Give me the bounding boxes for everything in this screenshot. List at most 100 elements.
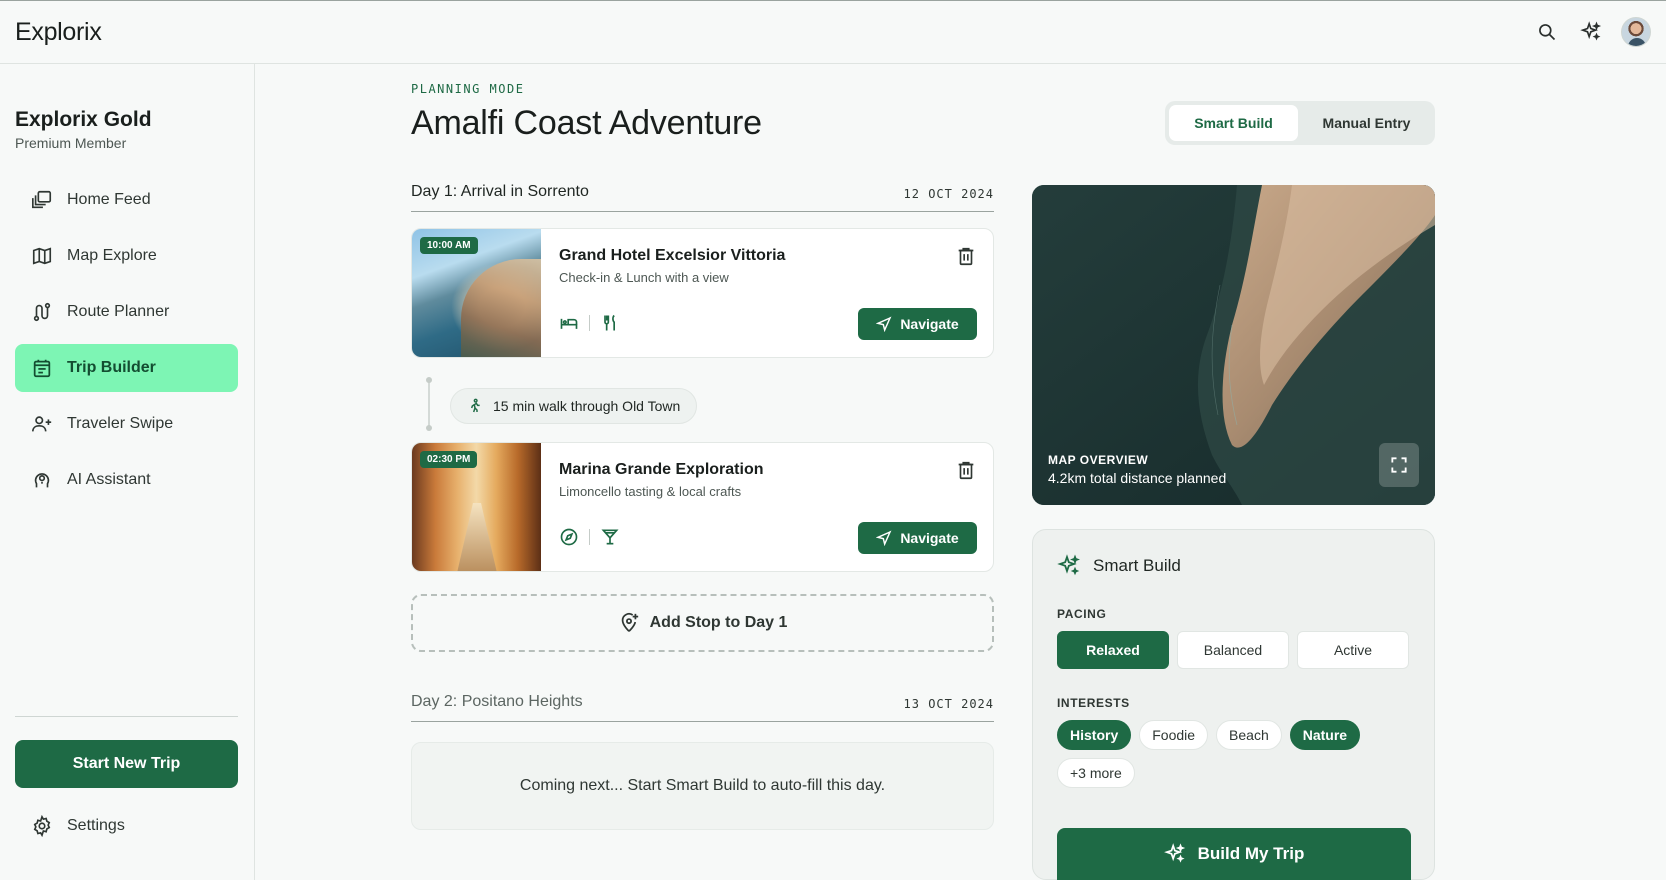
calendar-icon <box>33 359 51 378</box>
trash-icon[interactable] <box>955 245 977 267</box>
interest-chip-more[interactable]: +3 more <box>1057 758 1135 788</box>
transit-text: 15 min walk through Old Town <box>493 398 681 414</box>
map-icon <box>32 247 52 265</box>
interest-chip-nature[interactable]: Nature <box>1289 720 1361 750</box>
bed-icon <box>560 318 578 329</box>
pacing-relaxed[interactable]: Relaxed <box>1057 631 1169 669</box>
home-feed-icon <box>32 190 52 209</box>
day-header: Day 1: Arrival in Sorrento 12 OCT 2024 <box>411 180 994 212</box>
map-overview[interactable]: MAP OVERVIEW 4.2km total distance planne… <box>1032 185 1435 505</box>
member-tier: Premium Member <box>15 135 127 151</box>
smart-build-header: Smart Build <box>1057 554 1181 578</box>
cocktail-icon <box>601 529 619 545</box>
navigation-arrow-icon <box>876 530 892 546</box>
map-overview-label: MAP OVERVIEW <box>1048 453 1149 467</box>
pacing-active[interactable]: Active <box>1297 631 1409 669</box>
sidebar-item-label: Home Feed <box>67 191 151 208</box>
navigate-label: Navigate <box>900 530 959 546</box>
page-title: Amalfi Coast Adventure <box>411 104 762 142</box>
ai-head-icon <box>34 473 50 488</box>
sidebar-divider <box>15 716 238 717</box>
sidebar-item-trip-builder[interactable]: Trip Builder <box>15 344 238 392</box>
top-bar: Explorix <box>0 0 1666 64</box>
add-user-icon <box>32 416 52 432</box>
build-my-trip-label: Build My Trip <box>1197 844 1305 863</box>
interest-chip-foodie[interactable]: Foodie <box>1139 720 1209 750</box>
top-actions <box>1533 17 1651 47</box>
timeline-dot <box>426 425 432 431</box>
brand-logo[interactable]: Explorix <box>15 18 102 47</box>
tab-manual-entry[interactable]: Manual Entry <box>1302 105 1431 141</box>
transit-pill: 15 min walk through Old Town <box>450 388 698 424</box>
stop-name: Grand Hotel Excelsior Vittoria <box>559 247 786 264</box>
stop-card[interactable]: 10:00 AM Grand Hotel Excelsior Vittoria … <box>411 228 994 358</box>
stop-description: Limoncello tasting & local crafts <box>559 484 742 499</box>
add-stop-label: Add Stop to Day 1 <box>649 614 788 631</box>
interest-chips: History Foodie Beach Nature +3 more <box>1057 720 1417 788</box>
member-info: Explorix Gold Premium Member <box>15 108 152 151</box>
sidebar-item-label: Traveler Swipe <box>67 415 174 432</box>
sidebar-item-ai-assistant[interactable]: AI Assistant <box>15 456 238 504</box>
sidebar-item-label: Map Explore <box>67 247 157 264</box>
interest-chip-history[interactable]: History <box>1057 720 1132 750</box>
fullscreen-icon[interactable] <box>1379 443 1419 487</box>
navigate-button[interactable]: Navigate <box>858 308 977 340</box>
interests-label: INTERESTS <box>1057 696 1130 710</box>
navigate-button[interactable]: Navigate <box>858 522 977 554</box>
day-placeholder: Coming next... Start Smart Build to auto… <box>411 742 994 830</box>
sidebar-item-label: Route Planner <box>67 303 170 320</box>
sparkles-icon[interactable] <box>1577 18 1605 46</box>
map-distance: 4.2km total distance planned <box>1048 470 1227 486</box>
sidebar-nav: Home Feed Map Explore Route Planner Trip… <box>15 176 238 512</box>
pacing-label: PACING <box>1057 607 1107 621</box>
add-location-icon <box>621 613 638 632</box>
stop-name: Marina Grande Exploration <box>559 461 764 478</box>
start-new-trip-button[interactable]: Start New Trip <box>15 740 238 788</box>
sidebar: Explorix Gold Premium Member Home Feed M… <box>0 64 255 880</box>
timeline-dot <box>426 377 432 383</box>
tag-separator <box>589 315 590 331</box>
day-title: Day 1: Arrival in Sorrento <box>411 183 589 200</box>
stop-tags <box>559 313 620 333</box>
timeline-connector <box>428 380 430 428</box>
planning-mode-label: PLANNING MODE <box>411 82 525 96</box>
sidebar-item-settings[interactable]: Settings <box>15 804 238 848</box>
sidebar-item-map-explore[interactable]: Map Explore <box>15 232 238 280</box>
tab-smart-build[interactable]: Smart Build <box>1169 105 1298 141</box>
tag-separator <box>589 529 590 545</box>
sidebar-item-route-planner[interactable]: Route Planner <box>15 288 238 336</box>
time-badge: 02:30 PM <box>420 451 478 468</box>
compass-icon <box>560 528 578 546</box>
stop-tags <box>559 527 620 547</box>
sidebar-item-label: AI Assistant <box>67 471 151 488</box>
sparkles-icon <box>1057 554 1080 576</box>
route-icon <box>33 302 51 322</box>
settings-label: Settings <box>67 817 125 834</box>
pacing-options: Relaxed Balanced Active <box>1057 631 1409 669</box>
map-caption: MAP OVERVIEW 4.2km total distance planne… <box>1048 453 1226 486</box>
day-title: Day 2: Positano Heights <box>411 693 583 710</box>
stop-description: Check-in & Lunch with a view <box>559 270 729 285</box>
interest-chip-beach[interactable]: Beach <box>1216 720 1282 750</box>
trash-icon[interactable] <box>955 459 977 481</box>
smart-build-title: Smart Build <box>1093 556 1181 575</box>
add-stop-button[interactable]: Add Stop to Day 1 <box>411 594 994 652</box>
sidebar-item-label: Trip Builder <box>67 359 156 376</box>
sidebar-item-traveler-swipe[interactable]: Traveler Swipe <box>15 400 238 448</box>
day-header: Day 2: Positano Heights 13 OCT 2024 <box>411 690 994 722</box>
search-icon[interactable] <box>1533 18 1561 46</box>
stop-card[interactable]: 02:30 PM Marina Grande Exploration Limon… <box>411 442 994 572</box>
build-mode-toggle: Smart Build Manual Entry <box>1165 101 1435 145</box>
navigation-arrow-icon <box>876 316 892 332</box>
member-name: Explorix Gold <box>15 108 152 131</box>
build-my-trip-button[interactable]: Build My Trip <box>1057 828 1411 880</box>
avatar[interactable] <box>1621 17 1651 47</box>
sparkles-icon <box>1163 843 1185 863</box>
navigate-label: Navigate <box>900 316 959 332</box>
walking-icon <box>470 398 480 413</box>
smart-build-panel: Smart Build PACING Relaxed Balanced Acti… <box>1032 529 1435 880</box>
sidebar-item-home-feed[interactable]: Home Feed <box>15 176 238 224</box>
pacing-balanced[interactable]: Balanced <box>1177 631 1289 669</box>
utensils-icon <box>604 314 615 331</box>
time-badge: 10:00 AM <box>420 237 478 254</box>
